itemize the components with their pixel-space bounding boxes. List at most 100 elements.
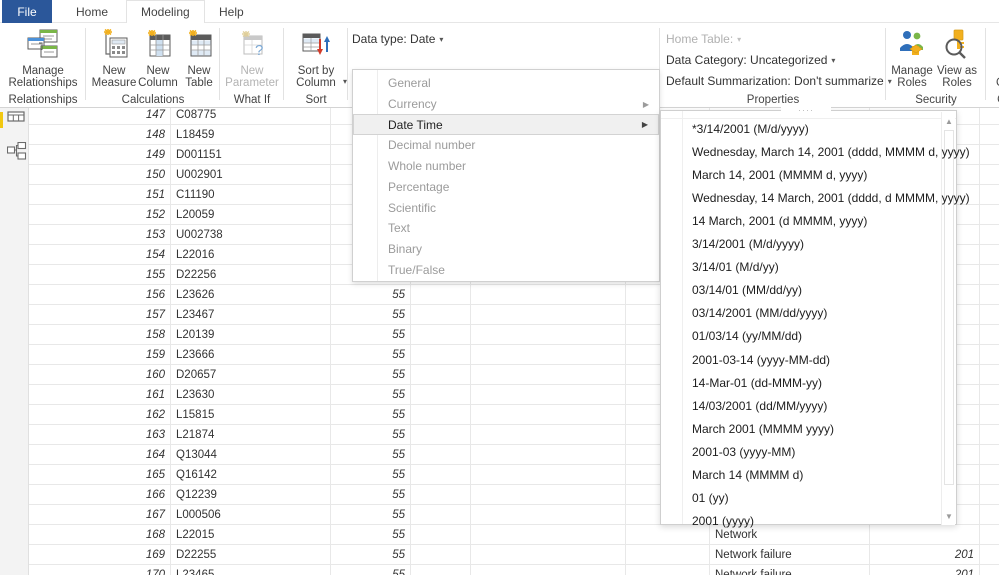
tab-help[interactable]: Help: [205, 0, 258, 23]
row-index-cell: 149: [29, 145, 171, 164]
new-parameter-label: New Parameter: [225, 65, 279, 89]
row-number-cell: 55: [331, 425, 411, 444]
sort-by-column-icon: [299, 26, 333, 62]
format-menu-item-whole-number[interactable]: Whole number: [354, 156, 659, 177]
row-number-cell: 55: [331, 445, 411, 464]
new-group-button[interactable]: New Group: [988, 26, 999, 89]
data-category-dropdown[interactable]: Data Category: Uncategorized ▾: [666, 51, 835, 69]
date-format-option[interactable]: Wednesday, 14 March, 2001 (dddd, d MMMM,…: [662, 187, 970, 208]
format-menu[interactable]: General Currency ▶ Date Time ▶ Decimal number…: [352, 69, 660, 282]
row-id-cell: D22255: [171, 545, 331, 564]
date-format-submenu[interactable]: ···· ▲ ▼ *3/14/2001 (M/d/yyyy) Wednesday,…: [660, 105, 970, 528]
scroll-down-icon[interactable]: ▼: [942, 509, 956, 523]
row-empty-cell: [411, 365, 471, 384]
date-format-option[interactable]: 03/14/01 (MM/dd/yy): [662, 280, 935, 301]
new-column-button[interactable]: New Column: [135, 26, 181, 89]
tab-home[interactable]: Home: [62, 0, 122, 23]
row-year-cell: 201: [870, 545, 980, 564]
row-number-cell: 55: [331, 405, 411, 424]
manage-roles-button[interactable]: Manage Roles: [888, 26, 936, 89]
new-table-label: New Table: [185, 65, 213, 89]
default-summarization-dropdown[interactable]: Default Summarization: Don't summarize ▾: [666, 72, 892, 90]
date-format-option[interactable]: March 14, 2001 (MMMM d, yyyy): [662, 164, 935, 185]
new-measure-button[interactable]: New Measure: [91, 26, 137, 89]
row-index-cell: 156: [29, 285, 171, 304]
table-row[interactable]: 169 D22255 55 Network failure 201: [29, 545, 999, 565]
home-table-dropdown[interactable]: Home Table: ▾: [666, 30, 741, 48]
format-menu-item-general[interactable]: General: [354, 73, 659, 94]
row-empty-cell: [471, 425, 626, 444]
ribbon-group-whatif: ? New Parameter What If: [220, 23, 284, 108]
tab-modeling[interactable]: Modeling: [126, 0, 205, 23]
date-format-option[interactable]: 3/14/2001 (M/d/yyyy): [662, 234, 935, 255]
row-id-cell: L23465: [171, 565, 331, 575]
row-year-cell: 201: [870, 565, 980, 575]
new-parameter-button[interactable]: ? New Parameter: [222, 26, 282, 89]
format-menu-item-label: True/False: [388, 262, 445, 277]
row-id-cell: L23626: [171, 285, 331, 304]
new-table-button[interactable]: New Table: [178, 26, 220, 89]
view-as-roles-button[interactable]: View as Roles: [934, 26, 980, 89]
format-menu-item-text[interactable]: Text: [354, 218, 659, 239]
format-menu-item-date-time[interactable]: Date Time ▶: [353, 114, 659, 136]
date-format-option[interactable]: 2001-03-14 (yyyy-MM-dd): [662, 349, 935, 370]
new-parameter-icon: ?: [236, 26, 268, 62]
row-number-cell: 55: [331, 385, 411, 404]
nav-model-view-icon[interactable]: [6, 141, 27, 160]
manage-roles-icon: [896, 26, 928, 62]
submenu-scrollbar[interactable]: ▲ ▼: [941, 112, 955, 525]
tab-home-label: Home: [76, 4, 109, 19]
date-format-option[interactable]: 14-Mar-01 (dd-MMM-yy): [662, 372, 935, 393]
row-number-cell: 55: [331, 325, 411, 344]
date-format-option[interactable]: 2001-03 (yyyy-MM): [662, 441, 935, 462]
chevron-right-icon: ▶: [641, 120, 648, 130]
row-number-cell: 55: [331, 365, 411, 384]
date-format-option[interactable]: 03/14/2001 (MM/dd/yyyy): [662, 303, 935, 324]
new-column-icon: [142, 26, 174, 62]
data-type-dropdown[interactable]: Data type: Date ▾: [352, 30, 443, 48]
new-column-label: New Column: [138, 65, 178, 89]
ribbon-tabstrip: File Home Modeling Help: [0, 0, 999, 23]
tab-file[interactable]: File: [2, 0, 52, 23]
row-id-cell: L23467: [171, 305, 331, 324]
date-format-option[interactable]: March 2001 (MMMM yyyy): [662, 418, 935, 439]
format-menu-item-percentage[interactable]: Percentage: [354, 177, 659, 198]
row-number-cell: 55: [331, 465, 411, 484]
scrollbar-thumb[interactable]: [944, 130, 954, 485]
sort-by-column-button[interactable]: Sort by Column ▾: [287, 26, 347, 89]
date-format-option[interactable]: March 14 (MMMM d): [662, 465, 935, 486]
date-format-option[interactable]: 01/03/14 (yy/MM/dd): [662, 326, 935, 347]
date-format-option[interactable]: Wednesday, March 14, 2001 (dddd, MMMM d,…: [662, 141, 970, 162]
row-empty-cell: [471, 285, 626, 304]
new-measure-label: New Measure: [91, 65, 137, 89]
table-row[interactable]: 170 L23465 55 Network failure 201: [29, 565, 999, 575]
ribbon-group-calculations: New Measure New Column New Table Calcula…: [86, 23, 220, 108]
date-format-option[interactable]: 14 March, 2001 (d MMMM, yyyy): [662, 210, 935, 231]
format-menu-item-currency[interactable]: Currency ▶: [354, 94, 659, 115]
date-format-option-label: 01 (yy): [692, 491, 729, 506]
row-id-cell: L23666: [171, 345, 331, 364]
date-format-option[interactable]: *3/14/2001 (M/d/yyyy): [662, 118, 935, 139]
date-format-option[interactable]: 2001 (yyyy): [662, 511, 935, 532]
scroll-up-icon[interactable]: ▲: [942, 114, 956, 128]
format-menu-item-true-false[interactable]: True/False: [354, 259, 659, 280]
row-id-cell: L22015: [171, 525, 331, 544]
row-empty-cell: [471, 325, 626, 344]
row-empty-cell: [411, 305, 471, 324]
date-format-option[interactable]: 14/03/2001 (dd/MM/yyyy): [662, 395, 935, 416]
date-format-option-label: *3/14/2001 (M/d/yyyy): [692, 121, 809, 136]
date-format-option[interactable]: 01 (yy): [662, 488, 935, 509]
row-index-cell: 167: [29, 505, 171, 524]
nav-data-view-icon[interactable]: [7, 110, 25, 128]
format-menu-item-scientific[interactable]: Scientific: [354, 197, 659, 218]
format-menu-item-label: Whole number: [388, 159, 467, 174]
format-menu-item-binary[interactable]: Binary: [354, 239, 659, 260]
row-number-cell: 55: [331, 305, 411, 324]
ribbon-group-properties: Home Table: ▾ Data Category: Uncategoriz…: [660, 23, 892, 108]
manage-relationships-button[interactable]: Manage Relationships: [6, 26, 80, 89]
row-id-cell: D001151: [171, 145, 331, 164]
row-index-cell: 168: [29, 525, 171, 544]
format-menu-item-decimal-number[interactable]: Decimal number: [354, 135, 659, 156]
tab-file-label: File: [17, 4, 37, 19]
date-format-option[interactable]: 3/14/01 (M/d/yy): [662, 257, 935, 278]
